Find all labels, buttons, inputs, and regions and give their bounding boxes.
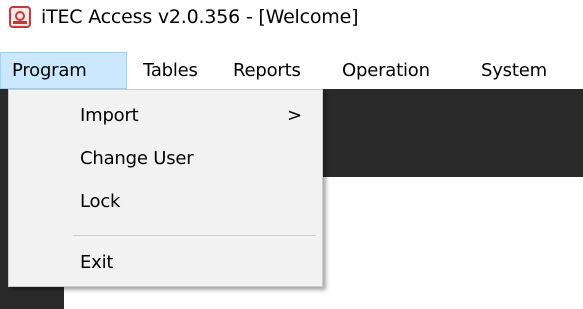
submenu-arrow-icon: > xyxy=(287,105,302,126)
menu-item-exit-label: Exit xyxy=(80,252,114,273)
menu-program[interactable]: Program xyxy=(0,52,127,89)
menu-item-change-user-label: Change User xyxy=(80,148,194,169)
menu-item-lock[interactable]: Lock xyxy=(9,184,322,220)
menu-system[interactable]: System xyxy=(481,52,547,89)
window-title: iTEC Access v2.0.356 - [Welcome] xyxy=(41,6,359,28)
menu-item-lock-label: Lock xyxy=(80,191,121,212)
title-bar: iTEC Access v2.0.356 - [Welcome] xyxy=(0,0,583,42)
app-logo-icon xyxy=(9,6,31,28)
menu-bar: Program Tables Reports Operation System xyxy=(0,52,583,89)
menu-item-exit[interactable]: Exit xyxy=(9,245,322,281)
menu-tables[interactable]: Tables xyxy=(143,52,198,89)
menu-separator xyxy=(73,235,316,236)
menu-item-change-user[interactable]: Change User xyxy=(9,141,322,177)
menu-operation[interactable]: Operation xyxy=(342,52,430,89)
menu-item-import[interactable]: Import > xyxy=(9,98,322,134)
menu-item-import-label: Import xyxy=(80,105,139,126)
program-dropdown-menu: Import > Change User Lock Exit xyxy=(8,89,323,287)
menu-reports[interactable]: Reports xyxy=(233,52,301,89)
